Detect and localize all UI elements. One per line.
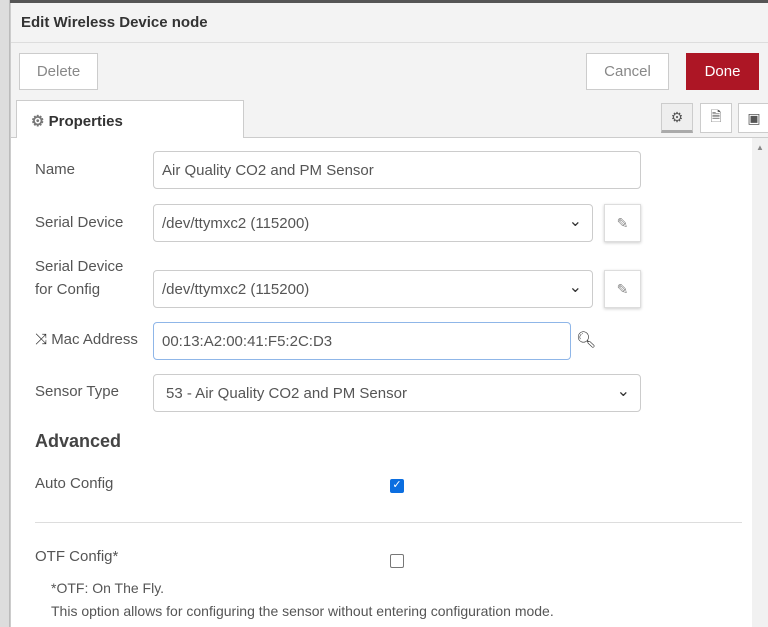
auto-config-checkbox[interactable]: ✓ [390,479,404,493]
advanced-heading: Advanced [35,431,122,451]
name-label: Name [35,161,76,178]
serial-device-label: Serial Device [35,214,124,231]
description-icon[interactable]: 🗎 [700,103,732,133]
otf-description: This option allows for configuring the s… [51,603,554,619]
button-bar: Delete Cancel Done [11,43,768,98]
search-icon[interactable]: 🔍︎ [576,330,596,350]
serial-device-select[interactable]: /dev/ttymxc2 (115200) [153,204,593,242]
edit-serial-config-pencil-icon[interactable]: ✎ [604,270,641,308]
name-input[interactable]: Air Quality CO2 and PM Sensor [153,151,641,189]
edit-serial-pencil-icon[interactable]: ✎ [604,204,641,242]
serial-config-select[interactable]: /dev/ttymxc2 (115200) [153,270,593,308]
cancel-button[interactable]: Cancel [586,53,669,90]
serial-config-value: /dev/ttymxc2 (115200) [162,280,310,298]
serial-config-label: Serial Device for Config [35,258,124,298]
otf-config-checkbox[interactable] [390,554,404,568]
sensor-type-select[interactable]: 53 - Air Quality CO2 and PM Sensor [153,374,641,412]
tab-bar: ⚙ Properties ⚙ 🗎 ▣ [11,99,768,139]
done-button[interactable]: Done [686,53,759,90]
properties-panel: Name Air Quality CO2 and PM Sensor Seria… [11,138,752,627]
sensor-type-label: Sensor Type [35,383,119,400]
auto-config-label: Auto Config [35,475,114,492]
appearance-icon[interactable]: ▣ [738,103,768,133]
dialog-title: Edit Wireless Device node [11,3,768,43]
delete-button[interactable]: Delete [19,53,98,90]
serial-device-value: /dev/ttymxc2 (115200) [162,214,310,232]
gear-icon: ⚙ [31,113,45,130]
scrollbar[interactable]: ▲ [752,138,768,627]
sensor-type-value: 53 - Air Quality CO2 and PM Sensor [166,384,407,402]
mac-address-input[interactable]: 00:13:A2:00:41:F5:2C:D3 [153,322,571,360]
settings-icon[interactable]: ⚙ [661,103,693,133]
mac-label: ⤨ Mac Address [35,331,138,348]
divider [35,522,742,523]
otf-config-label: OTF Config* [35,548,119,565]
tab-label: Properties [48,113,123,130]
background-editor [0,0,10,627]
edit-dialog: Edit Wireless Device node Delete Cancel … [10,3,768,627]
shuffle-icon: ⤨ [35,331,48,348]
otf-note: *OTF: On The Fly. [51,580,165,596]
tab-properties[interactable]: ⚙ Properties [16,100,244,139]
